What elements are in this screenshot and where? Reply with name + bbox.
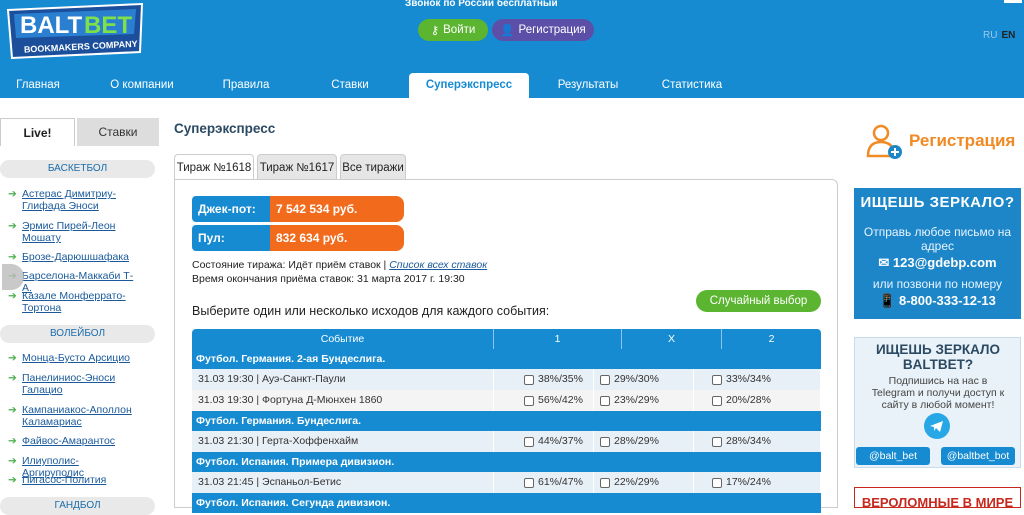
- jackpot-value: 7 542 534 руб.: [270, 196, 404, 222]
- sidebar-event[interactable]: ➔ Панелиниос-Эноси Галацио: [8, 372, 138, 396]
- pool-box: Пул: 832 634 руб.: [192, 225, 404, 251]
- league-header: Футбол. Германия. Бундеслига.: [192, 411, 821, 431]
- user-plus-icon[interactable]: [865, 122, 905, 160]
- sidebar-event[interactable]: ➔ Эрмис Пирей-Леон Мошату: [8, 220, 138, 244]
- arrow-icon: ➔: [8, 352, 17, 364]
- phone-text: 📱 8-800-333-12-13: [879, 293, 996, 308]
- page-title: Суперэкспресс: [174, 121, 276, 136]
- league-header: Футбол. Германия. 2-ая Бундеслига.: [192, 349, 821, 369]
- table-row: 31.03 21:30 | Герта-Хоффенхайм 44%/37% 2…: [192, 431, 821, 452]
- sidebar-event[interactable]: ➔ Файвос-Амарантос: [8, 435, 138, 447]
- tab-live[interactable]: Live!: [0, 118, 75, 146]
- outcome-2-checkbox[interactable]: 33%/34%: [694, 369, 821, 390]
- arrow-icon: ➔: [8, 372, 17, 384]
- outcome-x-checkbox[interactable]: 22%/29%: [594, 472, 694, 493]
- pool-value: 832 634 руб.: [270, 225, 404, 251]
- sidebar-event[interactable]: ➔ Казале Монферрато-Тортона: [8, 290, 138, 314]
- outcome-1-checkbox[interactable]: 38%/35%: [494, 369, 594, 390]
- key-icon: ⚷: [430, 25, 440, 37]
- header: BALT BET BOOKMAKERS COMPANY Звонок по Ро…: [0, 0, 1024, 98]
- outcome-2-checkbox[interactable]: 17%/24%: [694, 472, 821, 493]
- arrow-icon: ➔: [8, 474, 17, 486]
- outcome-1-checkbox[interactable]: 44%/37%: [494, 431, 594, 452]
- menu-icon[interactable]: [1002, 0, 1024, 6]
- telegram-bot-button[interactable]: @baltbet_bot: [941, 447, 1015, 465]
- arrow-icon: ➔: [8, 404, 17, 416]
- arrow-icon: ➔: [8, 290, 17, 302]
- draw-status: Состояние тиража: Идёт приём ставок | Сп…: [192, 259, 488, 271]
- promo-banner[interactable]: ВЕРОЛОМНЫЕ В МИРЕ: [854, 487, 1021, 508]
- nav-home[interactable]: Главная: [0, 73, 76, 98]
- sidebar-event[interactable]: ➔ Брозе-Дарюшшафака: [8, 251, 138, 263]
- table-row: 31.03 19:30 | Фортуна Д-Мюнхен 1860 56%/…: [192, 390, 821, 411]
- sidebar-event[interactable]: ➔ Астерас Димитриу-Глифада Эноси: [8, 188, 138, 212]
- mirror-email-banner[interactable]: ИЩЕШЬ ЗЕРКАЛО? Отправь любое письмо на а…: [854, 188, 1021, 319]
- events-table: Событие 1 X 2 Футбол. Германия. 2-ая Бун…: [192, 329, 821, 513]
- col-x: X: [622, 329, 722, 349]
- svg-text:BALT: BALT: [20, 12, 83, 39]
- sidebar: Live! Ставки БАСКЕТБОЛ ➔ Астерас Димитриу…: [0, 118, 160, 515]
- pool-label: Пул:: [192, 225, 270, 251]
- lang-en-link[interactable]: EN: [1001, 30, 1015, 41]
- outcome-2-checkbox[interactable]: 28%/34%: [694, 431, 821, 452]
- sport-header-handball[interactable]: ГАНДБОЛ: [0, 497, 155, 515]
- telegram-channel-button[interactable]: @balt_bet: [856, 447, 930, 465]
- sidebar-event[interactable]: ➔ Кампаниакос-Аполлон Каламариас: [8, 404, 138, 428]
- league-header: Футбол. Испания. Сегунда дивизион.: [192, 493, 821, 513]
- league-header: Футбол. Испания. Примера дивизион.: [192, 452, 821, 472]
- tab-bets[interactable]: Ставки: [77, 118, 159, 146]
- col-event: Событие: [192, 329, 494, 349]
- arrow-icon: ➔: [8, 220, 17, 232]
- nav-about[interactable]: О компании: [96, 73, 188, 98]
- telegram-icon: [924, 413, 950, 439]
- tab-draw-1618[interactable]: Тираж №1618: [174, 154, 254, 180]
- outcome-x-checkbox[interactable]: 29%/30%: [594, 369, 694, 390]
- table-header: Событие 1 X 2: [192, 329, 821, 349]
- nav-rules[interactable]: Правила: [208, 73, 284, 98]
- outcome-x-checkbox[interactable]: 23%/29%: [594, 390, 694, 411]
- outcome-x-checkbox[interactable]: 28%/29%: [594, 431, 694, 452]
- all-bets-link[interactable]: Список всех ставок: [389, 259, 487, 271]
- instruction-text: Выберите один или несколько исходов для …: [192, 304, 550, 318]
- login-button[interactable]: ⚷ Войти: [418, 19, 488, 41]
- nav-statistics[interactable]: Статистика: [648, 73, 736, 98]
- arrow-icon: ➔: [8, 188, 17, 200]
- email-text: ✉ 123@gdebp.com: [878, 255, 997, 270]
- tab-draw-1617[interactable]: Тираж №1617: [257, 154, 337, 180]
- table-row: 31.03 19:30 | Ауэ-Санкт-Паули 38%/35% 29…: [192, 369, 821, 390]
- outcome-1-checkbox[interactable]: 61%/47%: [494, 472, 594, 493]
- sidebar-event[interactable]: ➔ Пигасос-Полития: [8, 474, 138, 486]
- sidebar-event[interactable]: ➔ Монца-Бусто Арсицио: [8, 352, 138, 364]
- random-choice-button[interactable]: Случайный выбор: [696, 290, 821, 312]
- nav-bets[interactable]: Ставки: [310, 73, 390, 98]
- register-button[interactable]: 👤 Регистрация: [492, 19, 594, 41]
- col-2: 2: [768, 333, 775, 345]
- user-plus-icon: 👤: [500, 25, 515, 37]
- main-nav: Главная О компании Правила Ставки Суперэ…: [0, 73, 1024, 98]
- free-call-text: Звонок по России бесплатный: [405, 0, 558, 9]
- outcome-1-checkbox[interactable]: 56%/42%: [494, 390, 594, 411]
- tab-all-draws[interactable]: Все тиражи: [340, 154, 406, 180]
- arrow-icon: ➔: [8, 251, 17, 263]
- lang-ru-link[interactable]: RU: [983, 30, 997, 41]
- jackpot-box: Джек-пот: 7 542 534 руб.: [192, 196, 404, 222]
- nav-superexpress[interactable]: Суперэкспресс: [409, 73, 529, 98]
- table-row: 31.03 21:45 | Эспаньол-Бетис 61%/47% 22%…: [192, 472, 821, 493]
- arrow-icon: ➔: [8, 435, 17, 447]
- sport-header-volleyball[interactable]: ВОЛЕЙБОЛ: [0, 325, 155, 343]
- sport-header-basketball[interactable]: БАСКЕТБОЛ: [0, 160, 155, 178]
- baltbet-logo[interactable]: BALT BET BOOKMAKERS COMPANY: [4, 2, 146, 60]
- end-time: Время окончания приёма ставок: 31 марта …: [192, 273, 465, 285]
- svg-text:BET: BET: [84, 12, 132, 39]
- register-link[interactable]: Регистрация: [909, 131, 1015, 151]
- col-1: 1: [494, 329, 622, 349]
- language-switch: RU EN: [983, 30, 1015, 41]
- arrow-icon: ➔: [8, 455, 17, 467]
- jackpot-label: Джек-пот:: [192, 196, 270, 222]
- outcome-2-checkbox[interactable]: 20%/28%: [694, 390, 821, 411]
- nav-results[interactable]: Результаты: [545, 73, 631, 98]
